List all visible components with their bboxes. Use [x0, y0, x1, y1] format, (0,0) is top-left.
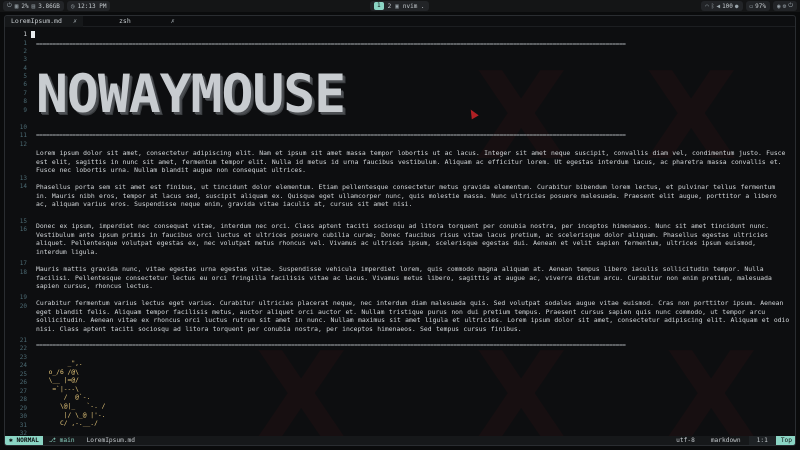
line-number: 2 — [23, 48, 27, 55]
terminal-tab-bar: LoremIpsum.md ✗ zsh ✗ — [5, 16, 795, 27]
clock-icon: ◷ — [70, 2, 75, 10]
line-number: 22 — [19, 345, 27, 352]
battery-icon: ▭ — [749, 2, 754, 10]
line-number: 8 — [23, 98, 27, 105]
line-number: 26 — [19, 379, 27, 386]
line-number: 5 — [23, 73, 27, 80]
tab-label: zsh — [119, 17, 131, 25]
line-number: 13 — [19, 175, 27, 182]
cursor-position: 1:1 — [748, 436, 776, 445]
workspace-1[interactable]: 1 — [374, 2, 384, 10]
mode-indicator: ✱ NORMAL — [5, 436, 43, 445]
paragraph: Curabitur fermentum varius lectus eget v… — [36, 299, 790, 333]
close-icon[interactable]: ✗ — [171, 17, 175, 25]
workspace-2[interactable]: 2 — [388, 3, 392, 10]
active-window-title: nvim . — [402, 2, 425, 10]
notification-icon[interactable]: ◉ — [777, 3, 781, 10]
line-number: 14 — [19, 183, 27, 190]
workspace-switcher: 1 2 ▣ nvim . — [370, 1, 429, 11]
settings-icon[interactable]: ⚙ — [783, 3, 787, 10]
line-number: 30 — [19, 413, 27, 420]
scroll-position: Top — [775, 436, 795, 445]
power-icon[interactable]: ⏻ — [7, 2, 12, 10]
separator-line: ========================================… — [36, 41, 626, 48]
mic-icon: ● — [734, 2, 739, 10]
line-number: 23 — [19, 354, 27, 361]
volume-level: 100 — [722, 2, 733, 10]
line-number: 1 — [23, 31, 27, 38]
line-number: 10 — [19, 124, 27, 131]
tray-icons: ◉ ⚙ ⏻ — [773, 1, 797, 11]
bluetooth-icon: ᛒ — [710, 2, 715, 10]
tab-zsh[interactable]: zsh ✗ — [83, 16, 175, 27]
statusline-right: utf-8 markdown 1:1 Top — [668, 436, 795, 445]
line-number: 20 — [19, 303, 27, 310]
line-number: 6 — [23, 81, 27, 88]
ascii-art-character: _",. o_/6 /@\ \__ |=@/ =`|---\ / @`-. \@… — [48, 360, 106, 428]
system-top-bar: ⏻ ▦ 2% ▤ 3.86GB ◷ 12:13 PM 1 2 ▣ nvim . … — [0, 0, 800, 12]
paragraph: Mauris mattis gravida nunc, vitae egesta… — [36, 265, 772, 291]
file-type: markdown — [710, 437, 741, 444]
wifi-icon: ◠ — [705, 2, 709, 10]
line-number: 27 — [19, 388, 27, 395]
cpu-icon: ▦ — [14, 2, 19, 10]
line-number: 15 — [19, 218, 27, 225]
system-tray: ◠ ᛒ ◀ 100 ● ▭ 97% ◉ ⚙ ⏻ — [701, 1, 797, 11]
line-number: 29 — [19, 405, 27, 412]
power-menu-icon[interactable]: ⏻ — [788, 2, 793, 10]
line-number-gutter: 1 1 2 3 4 5 6 7 8 9 10 11 12 13 14 15 16… — [5, 28, 29, 437]
text-cursor — [31, 31, 35, 38]
memory-usage: 3.86GB — [38, 2, 60, 10]
volume-icon: ◀ — [716, 2, 721, 10]
battery-chip[interactable]: ▭ 97% — [745, 1, 770, 11]
terminal-window[interactable]: LoremIpsum.md ✗ zsh ✗ X X X X X 1 1 2 3 … — [4, 15, 796, 446]
paragraph: Phasellus porta sem sit amet est finibus… — [36, 183, 777, 209]
line-number: 4 — [23, 65, 27, 72]
line-number: 21 — [19, 337, 27, 344]
close-icon[interactable]: ✗ — [73, 17, 77, 25]
line-number: 17 — [19, 260, 27, 267]
tab-label: LoremIpsum.md — [11, 17, 62, 25]
memory-icon: ▤ — [31, 2, 36, 10]
line-number: 18 — [19, 269, 27, 276]
line-number: 3 — [23, 56, 27, 63]
network-volume-chip[interactable]: ◠ ᛒ ◀ 100 ● — [701, 1, 743, 11]
line-number: 16 — [19, 226, 27, 233]
line-number: 19 — [19, 294, 27, 301]
separator-line: ========================================… — [36, 132, 626, 139]
paragraph: Lorem ipsum dolor sit amet, consectetur … — [36, 149, 786, 175]
line-number: 31 — [19, 422, 27, 429]
line-number: 7 — [23, 90, 27, 97]
system-stats: ⏻ ▦ 2% ▤ 3.86GB — [3, 1, 64, 11]
branch-icon: ⎇ — [48, 437, 60, 444]
separator-line: ========================================… — [36, 342, 626, 349]
line-number: 25 — [19, 371, 27, 378]
line-number: 9 — [23, 107, 27, 114]
git-branch: ⎇ main — [43, 437, 81, 444]
statusline: ✱ NORMAL ⎇ main LoremIpsum.md utf-8 mark… — [5, 436, 795, 445]
line-number: 11 — [19, 132, 27, 139]
battery-level: 97% — [755, 2, 766, 10]
line-number: 1 — [23, 40, 27, 47]
cpu-usage: 2% — [21, 2, 29, 10]
statusline-filename: LoremIpsum.md — [86, 437, 136, 444]
tab-loremipsum[interactable]: LoremIpsum.md ✗ — [5, 16, 83, 27]
mode-label: NORMAL — [16, 437, 39, 444]
paragraph: Donec ex ipsum, imperdiet nec consequat … — [36, 222, 769, 256]
branch-name: main — [59, 437, 75, 444]
clock: ◷ 12:13 PM — [66, 1, 111, 11]
file-encoding: utf-8 — [676, 437, 695, 444]
ascii-logo: NOWAYMOUSE — [36, 64, 346, 125]
line-number: 12 — [19, 141, 27, 148]
line-number: 28 — [19, 396, 27, 403]
clock-time: 12:13 PM — [77, 2, 107, 10]
line-number: 24 — [19, 362, 27, 369]
terminal-icon: ▣ — [395, 2, 399, 10]
editor-pane[interactable]: X X X X X 1 1 2 3 4 5 6 7 8 9 10 11 12 1… — [5, 28, 795, 445]
